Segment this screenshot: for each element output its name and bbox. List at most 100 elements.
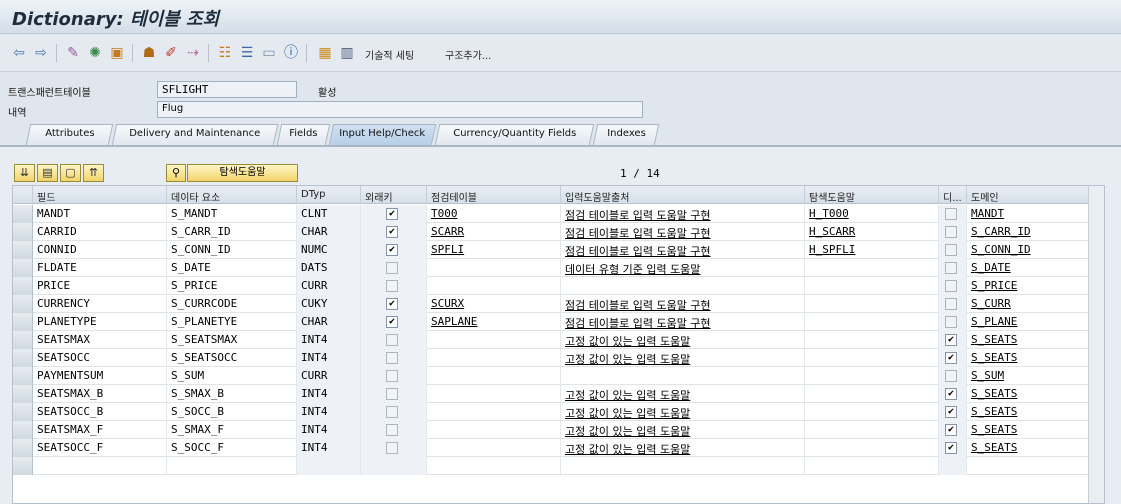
table-row[interactable]: MANDT S_MANDT CLNT ✔ T000 점검 테이블로 입력 도움말 구현 H_… [13, 205, 1104, 223]
vertical-scrollbar[interactable] [1088, 186, 1104, 503]
domain-link[interactable]: S_DATE [967, 259, 1090, 277]
col-input-help-origin[interactable]: 입력도움말출처 [561, 186, 805, 204]
search-help-link[interactable]: H_SPFLI [805, 241, 939, 259]
empty-cell[interactable] [297, 457, 361, 475]
default-checkbox[interactable] [945, 244, 957, 256]
tab-input-help-check[interactable]: Input Help/Check [328, 124, 437, 145]
foreign-key-checkbox[interactable]: ✔ [386, 208, 398, 220]
row-selector[interactable] [13, 331, 33, 349]
col-check-table[interactable]: 점검테이블 [427, 186, 561, 204]
row-selector[interactable] [13, 205, 33, 223]
input-help-origin-link[interactable]: 점검 테이블로 입력 도움말 구현 [561, 295, 805, 313]
row-selector[interactable] [13, 457, 33, 475]
col-default[interactable]: 디... [939, 186, 967, 204]
search-help-link[interactable]: H_SCARR [805, 223, 939, 241]
search-help-link[interactable] [805, 313, 939, 331]
check-icon[interactable]: ✐ [162, 44, 180, 62]
col-data-element[interactable]: 데이타 요소 [167, 186, 297, 204]
check-table-link[interactable] [427, 385, 561, 403]
row-selector[interactable] [13, 403, 33, 421]
default-checkbox[interactable] [945, 316, 957, 328]
check-table-link[interactable]: SPFLI [427, 241, 561, 259]
table-row[interactable]: SEATSOCC_B S_SOCC_B INT4 고정 값이 있는 입력 도움말 ✔ S_… [13, 403, 1104, 421]
tab-indexes[interactable]: Indexes [592, 124, 660, 145]
append-structure-button[interactable]: 구조추가... [445, 47, 491, 62]
table-row[interactable]: SEATSMAX S_SEATSMAX INT4 고정 값이 있는 입력 도움말 ✔ S_… [13, 331, 1104, 349]
indexes-icon[interactable]: ▥ [338, 44, 356, 62]
default-checkbox[interactable]: ✔ [945, 388, 957, 400]
check-table-link[interactable]: SCURX [427, 295, 561, 313]
col-foreign-key[interactable]: 외래키 [361, 186, 427, 204]
foreign-key-checkbox[interactable] [386, 442, 398, 454]
table-row[interactable]: PAYMENTSUM S_SUM CURR S_SUM [13, 367, 1104, 385]
input-help-origin-link[interactable] [561, 367, 805, 385]
tab-attributes[interactable]: Attributes [25, 124, 114, 145]
foreign-key-checkbox[interactable]: ✔ [386, 298, 398, 310]
search-help-icon-button[interactable]: ⚲ [166, 164, 186, 182]
search-help-link[interactable] [805, 331, 939, 349]
foreign-key-checkbox[interactable] [386, 406, 398, 418]
check-table-link[interactable]: SCARR [427, 223, 561, 241]
search-help-link[interactable]: H_T000 [805, 205, 939, 223]
row-selector[interactable] [13, 295, 33, 313]
tab-delivery-and-maintenance[interactable]: Delivery and Maintenance [111, 124, 279, 145]
foreign-key-checkbox[interactable]: ✔ [386, 226, 398, 238]
check-table-link[interactable] [427, 331, 561, 349]
search-help-link[interactable] [805, 385, 939, 403]
domain-link[interactable]: S_PLANE [967, 313, 1090, 331]
object-list-icon[interactable]: ☷ [216, 44, 234, 62]
empty-cell[interactable] [967, 457, 1090, 475]
input-help-origin-link[interactable]: 점검 테이블로 입력 도움말 구현 [561, 223, 805, 241]
search-help-link[interactable] [805, 349, 939, 367]
check-table-link[interactable] [427, 367, 561, 385]
display-change-icon[interactable]: ✎ [64, 44, 82, 62]
input-help-origin-link[interactable]: 데이터 유형 기준 입력 도움말 [561, 259, 805, 277]
check-table-link[interactable] [427, 277, 561, 295]
table-row[interactable]: PLANETYPE S_PLANETYE CHAR ✔ SAPLANE 점검 테이블로 입… [13, 313, 1104, 331]
input-help-origin-link[interactable]: 고정 값이 있는 입력 도움말 [561, 331, 805, 349]
default-checkbox[interactable] [945, 280, 957, 292]
tab-currency-quantity-fields[interactable]: Currency/Quantity Fields [434, 124, 595, 145]
activate-icon[interactable]: ✺ [86, 44, 104, 62]
input-help-origin-link[interactable] [561, 277, 805, 295]
domain-link[interactable]: S_CARR_ID [967, 223, 1090, 241]
default-checkbox[interactable]: ✔ [945, 406, 957, 418]
default-checkbox[interactable]: ✔ [945, 334, 957, 346]
domain-link[interactable]: S_SEATS [967, 403, 1090, 421]
header-selector[interactable] [13, 186, 33, 204]
input-help-origin-link[interactable]: 고정 값이 있는 입력 도움말 [561, 385, 805, 403]
foreign-key-checkbox[interactable]: ✔ [386, 316, 398, 328]
check-table-link[interactable]: SAPLANE [427, 313, 561, 331]
domain-link[interactable]: S_SEATS [967, 439, 1090, 457]
info-icon[interactable]: ⓘ [282, 44, 300, 62]
domain-link[interactable]: S_SEATS [967, 331, 1090, 349]
back-icon[interactable]: ⇦ [10, 44, 28, 62]
domain-link[interactable]: S_SEATS [967, 349, 1090, 367]
domain-link[interactable]: S_SEATS [967, 421, 1090, 439]
input-help-origin-link[interactable]: 고정 값이 있는 입력 도움말 [561, 349, 805, 367]
where-used-icon[interactable]: ▣ [108, 44, 126, 62]
check-table-link[interactable] [427, 421, 561, 439]
description-field[interactable]: Flug [157, 101, 643, 118]
navigate-icon[interactable]: ⇢ [184, 44, 202, 62]
tab-fields[interactable]: Fields [276, 124, 331, 145]
foreign-key-checkbox[interactable] [386, 262, 398, 274]
domain-link[interactable]: S_SEATS [967, 385, 1090, 403]
search-help-link[interactable] [805, 367, 939, 385]
foreign-key-checkbox[interactable] [386, 352, 398, 364]
table-row[interactable]: CARRID S_CARR_ID CHAR ✔ SCARR 점검 테이블로 입력 도움말 … [13, 223, 1104, 241]
technical-settings-button[interactable]: 기술적 세팅 [365, 47, 414, 62]
collapse-button[interactable]: ⇈ [83, 164, 104, 182]
foreign-key-checkbox[interactable] [386, 280, 398, 292]
empty-cell[interactable] [361, 457, 427, 475]
empty-cell[interactable] [561, 457, 805, 475]
col-field[interactable]: 필드 [33, 186, 167, 204]
default-checkbox[interactable] [945, 208, 957, 220]
row-selector[interactable] [13, 277, 33, 295]
search-help-link[interactable] [805, 295, 939, 313]
foreign-key-checkbox[interactable] [386, 370, 398, 382]
input-help-origin-link[interactable]: 점검 테이블로 입력 도움말 구현 [561, 313, 805, 331]
select-all-button[interactable]: ▤ [37, 164, 58, 182]
default-checkbox[interactable]: ✔ [945, 352, 957, 364]
default-checkbox[interactable] [945, 298, 957, 310]
